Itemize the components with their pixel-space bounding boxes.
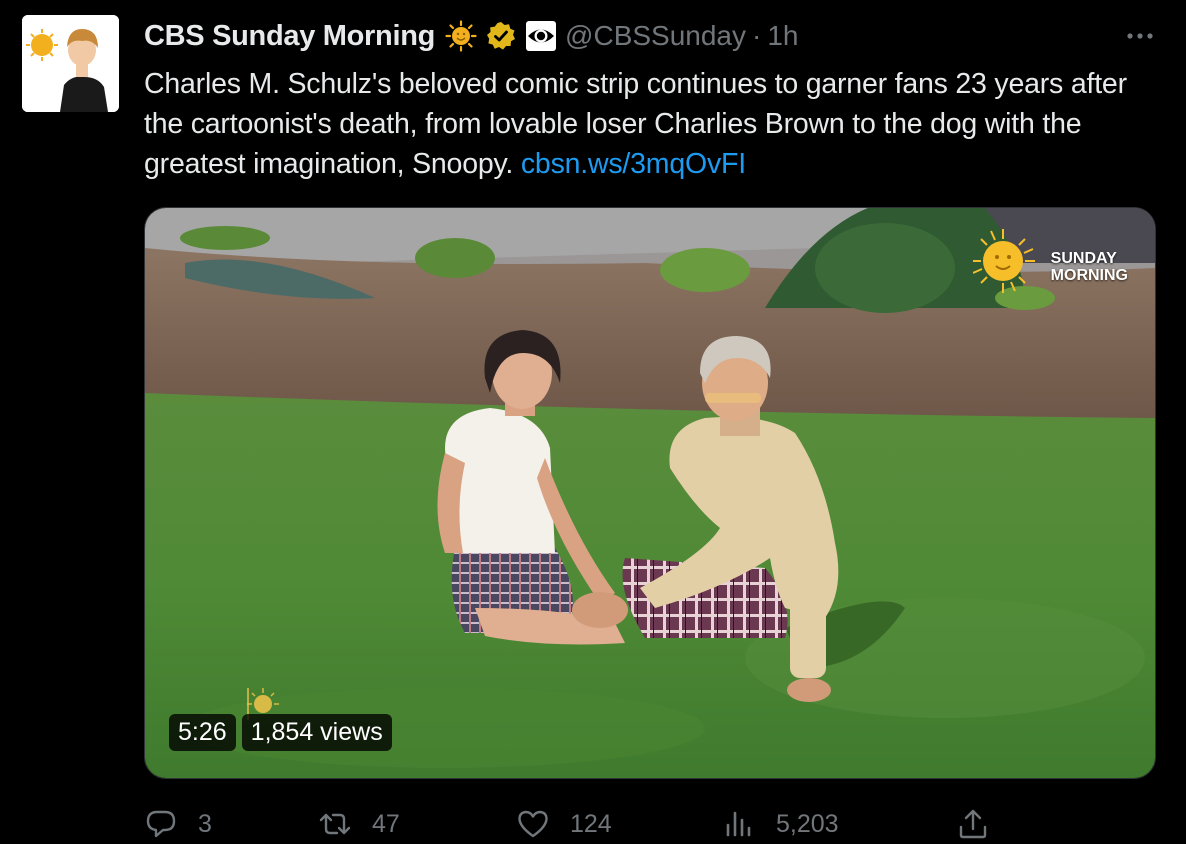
retweet-icon [319,813,351,835]
watermark-line-1: SUNDAY [1050,250,1117,267]
avatar-image [22,15,119,112]
video-duration: 5:26 [169,714,236,751]
reply-button[interactable]: 3 [144,804,212,844]
video-player[interactable]: SUNDAY MORNING 5:26 1,854 views [144,207,1156,779]
views-button[interactable]: 5,203 [722,804,839,844]
tweet-text: Charles M. Schulz's beloved comic strip … [144,64,1164,184]
video-overlay: 5:26 1,854 views [169,714,392,751]
watermark-text: SUNDAY MORNING [1051,250,1128,284]
retweet-button[interactable]: 47 [318,804,400,844]
share-icon [959,809,987,839]
reply-count: 3 [198,809,212,838]
video-views: 1,854 views [241,714,392,751]
verified-gold-icon[interactable] [485,20,517,52]
like-button[interactable]: 124 [516,804,612,844]
retweet-count: 47 [372,809,400,838]
sun-badge-icon [445,20,477,52]
tweet-time[interactable]: 1h [767,20,798,52]
share-button[interactable] [956,804,990,844]
separator-dot: · [752,20,762,51]
tweet-link[interactable]: cbsn.ws/3mqOvFI [521,148,746,180]
tweet-header: CBS Sunday Morning @CBSSunday · 1h [144,14,1158,58]
cbs-eye-icon[interactable] [525,20,557,52]
like-count: 124 [570,809,612,838]
action-bar: 3 47 124 5,203 [144,804,1154,844]
tweet-card[interactable]: CBS Sunday Morning @CBSSunday · 1h Charl… [0,0,1186,844]
author-name[interactable]: CBS Sunday Morning [144,20,435,53]
heart-icon [518,810,548,838]
analytics-icon [726,811,751,837]
reply-icon [146,810,176,838]
more-options-icon[interactable] [1122,18,1158,54]
avatar[interactable] [22,15,119,112]
watermark-line-2: MORNING [1050,267,1128,284]
views-count: 5,203 [776,809,839,838]
author-handle[interactable]: @CBSSunday [565,20,746,52]
